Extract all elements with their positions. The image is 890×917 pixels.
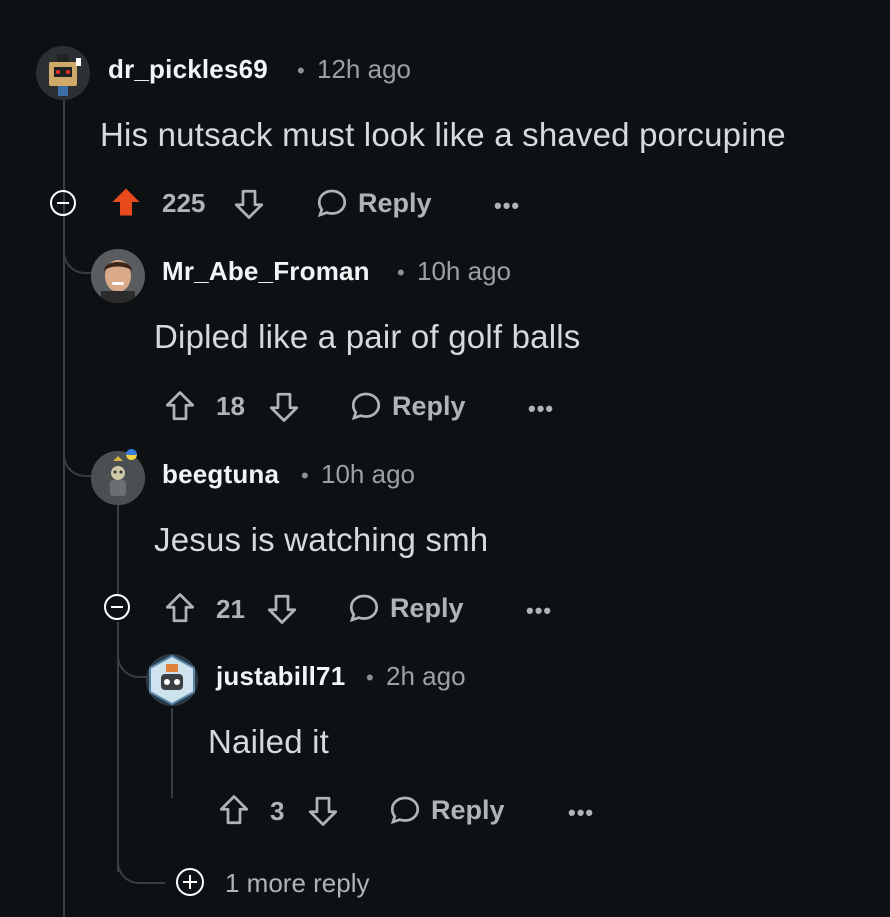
comment-username[interactable]: beegtuna xyxy=(162,459,279,490)
downvote-icon xyxy=(269,392,299,422)
downvote-button[interactable] xyxy=(264,591,300,632)
separator-dot: • xyxy=(301,463,309,488)
comment-username[interactable]: dr_pickles69 xyxy=(108,54,268,85)
thread-line-level2 xyxy=(117,505,119,595)
more-options-button[interactable]: ••• xyxy=(568,800,594,826)
thread-line-level3 xyxy=(171,708,173,798)
thread-connector xyxy=(117,840,165,884)
vote-count: 225 xyxy=(162,188,206,218)
comment-username[interactable]: Mr_Abe_Froman xyxy=(162,256,370,287)
comment-timestamp: 12h ago xyxy=(317,54,411,84)
separator-dot: • xyxy=(397,260,405,285)
expand-replies-icon[interactable] xyxy=(176,868,204,896)
reply-bubble-icon xyxy=(349,594,379,623)
upvote-icon xyxy=(219,795,249,825)
comment-body: Dipled like a pair of golf balls xyxy=(154,318,581,355)
collapse-thread-button[interactable] xyxy=(104,594,130,620)
avatar[interactable] xyxy=(146,654,198,706)
avatar[interactable] xyxy=(91,249,145,303)
thread-line-level1 xyxy=(63,98,65,917)
thread-connector xyxy=(117,634,149,678)
downvote-icon xyxy=(234,189,264,219)
vote-count: 3 xyxy=(270,796,285,826)
upvote-icon xyxy=(165,593,195,623)
thread-connector xyxy=(63,230,95,274)
comment-body: Nailed it xyxy=(208,723,330,760)
more-options-button[interactable]: ••• xyxy=(494,193,520,219)
reply-bubble-icon xyxy=(351,392,381,421)
vote-count: 21 xyxy=(216,594,245,624)
reply-button[interactable]: Reply xyxy=(314,185,432,221)
vote-count: 18 xyxy=(216,391,245,421)
comment-timestamp: 10h ago xyxy=(417,256,511,286)
flag-badge-icon xyxy=(126,449,137,460)
comment-timestamp: 10h ago xyxy=(321,459,415,489)
downvote-icon xyxy=(308,796,338,826)
upvote-button[interactable] xyxy=(162,388,198,429)
reply-button[interactable]: Reply xyxy=(348,388,466,424)
reply-bubble-icon xyxy=(390,796,420,825)
upvote-button[interactable] xyxy=(108,184,144,225)
reply-label: Reply xyxy=(392,390,466,421)
downvote-button[interactable] xyxy=(305,793,341,834)
avatar[interactable] xyxy=(91,451,145,505)
more-options-button[interactable]: ••• xyxy=(528,396,554,422)
reply-label: Reply xyxy=(390,592,464,623)
reply-label: Reply xyxy=(431,794,505,825)
collapse-thread-button[interactable] xyxy=(50,190,76,216)
downvote-icon xyxy=(267,594,297,624)
comment-body: Jesus is watching smh xyxy=(154,521,489,558)
upvote-button[interactable] xyxy=(162,590,198,631)
separator-dot: • xyxy=(297,58,305,83)
reply-button[interactable]: Reply xyxy=(346,590,464,626)
comment-username[interactable]: justabill71 xyxy=(216,661,345,692)
comment-body: His nutsack must look like a shaved porc… xyxy=(100,116,786,153)
downvote-button[interactable] xyxy=(266,389,302,430)
reply-button[interactable]: Reply xyxy=(387,792,505,828)
comment-timestamp: 2h ago xyxy=(386,661,466,691)
upvote-icon xyxy=(165,391,195,421)
upvote-icon xyxy=(112,188,140,216)
thread-connector xyxy=(63,433,95,477)
more-options-button[interactable]: ••• xyxy=(526,598,552,624)
more-replies-link[interactable]: 1 more reply xyxy=(225,868,370,899)
reply-bubble-icon xyxy=(317,189,347,218)
upvote-button[interactable] xyxy=(216,792,252,833)
avatar[interactable] xyxy=(36,46,90,100)
separator-dot: • xyxy=(366,665,374,690)
reply-label: Reply xyxy=(358,187,432,218)
downvote-button[interactable] xyxy=(231,186,267,227)
